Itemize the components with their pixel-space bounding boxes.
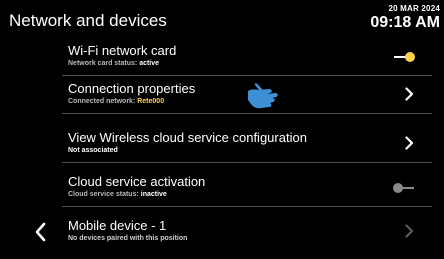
status-value: Rete000	[137, 98, 165, 105]
row-label: Connection properties	[68, 81, 196, 96]
row-status: No devices paired with this position	[68, 235, 188, 242]
header: Network and devices 20 MAR 2024 09:18 AM	[0, 0, 444, 38]
page-title: Network and devices	[9, 11, 167, 30]
chevron-right-icon[interactable]	[405, 136, 414, 150]
row-label: Wi-Fi network card	[68, 43, 177, 58]
row-label: Mobile device - 1	[68, 218, 167, 233]
network-devices-screen: Network and devices 20 MAR 2024 09:18 AM…	[0, 0, 444, 259]
hand-pointer-icon	[248, 83, 278, 109]
row-status: Connected network: Rete000	[68, 98, 164, 105]
status-prefix: Connected network:	[68, 98, 138, 105]
status-prefix: Cloud service status:	[68, 191, 141, 198]
status-value: active	[139, 60, 160, 67]
time-label: 09:18 AM	[370, 14, 440, 31]
row-status: Network card status: active	[68, 60, 159, 67]
chevron-right-icon	[405, 224, 414, 238]
row-label: View Wireless cloud service configuratio…	[68, 130, 307, 145]
chevron-right-icon[interactable]	[405, 87, 414, 101]
row-wireless-cloud-config[interactable]: View Wireless cloud service configuratio…	[62, 125, 432, 163]
row-status: Not associated	[68, 147, 118, 154]
row-wifi-card[interactable]: Wi-Fi network card Network card status: …	[62, 38, 432, 76]
toggle-on-icon[interactable]	[392, 51, 416, 63]
datetime: 20 MAR 2024 09:18 AM	[370, 4, 440, 32]
toggle-off-icon[interactable]	[392, 182, 416, 194]
status-prefix: Network card status:	[68, 60, 140, 67]
row-cloud-activation[interactable]: Cloud service activation Cloud service s…	[62, 169, 432, 207]
date-label: 20 MAR 2024	[388, 4, 440, 13]
status-value: inactive	[140, 191, 167, 198]
row-label: Cloud service activation	[68, 174, 206, 189]
chevron-left-icon[interactable]	[30, 220, 52, 244]
row-status: Cloud service status: inactive	[68, 191, 167, 198]
row-mobile-device-1[interactable]: Mobile device - 1 No devices paired with…	[62, 213, 432, 251]
